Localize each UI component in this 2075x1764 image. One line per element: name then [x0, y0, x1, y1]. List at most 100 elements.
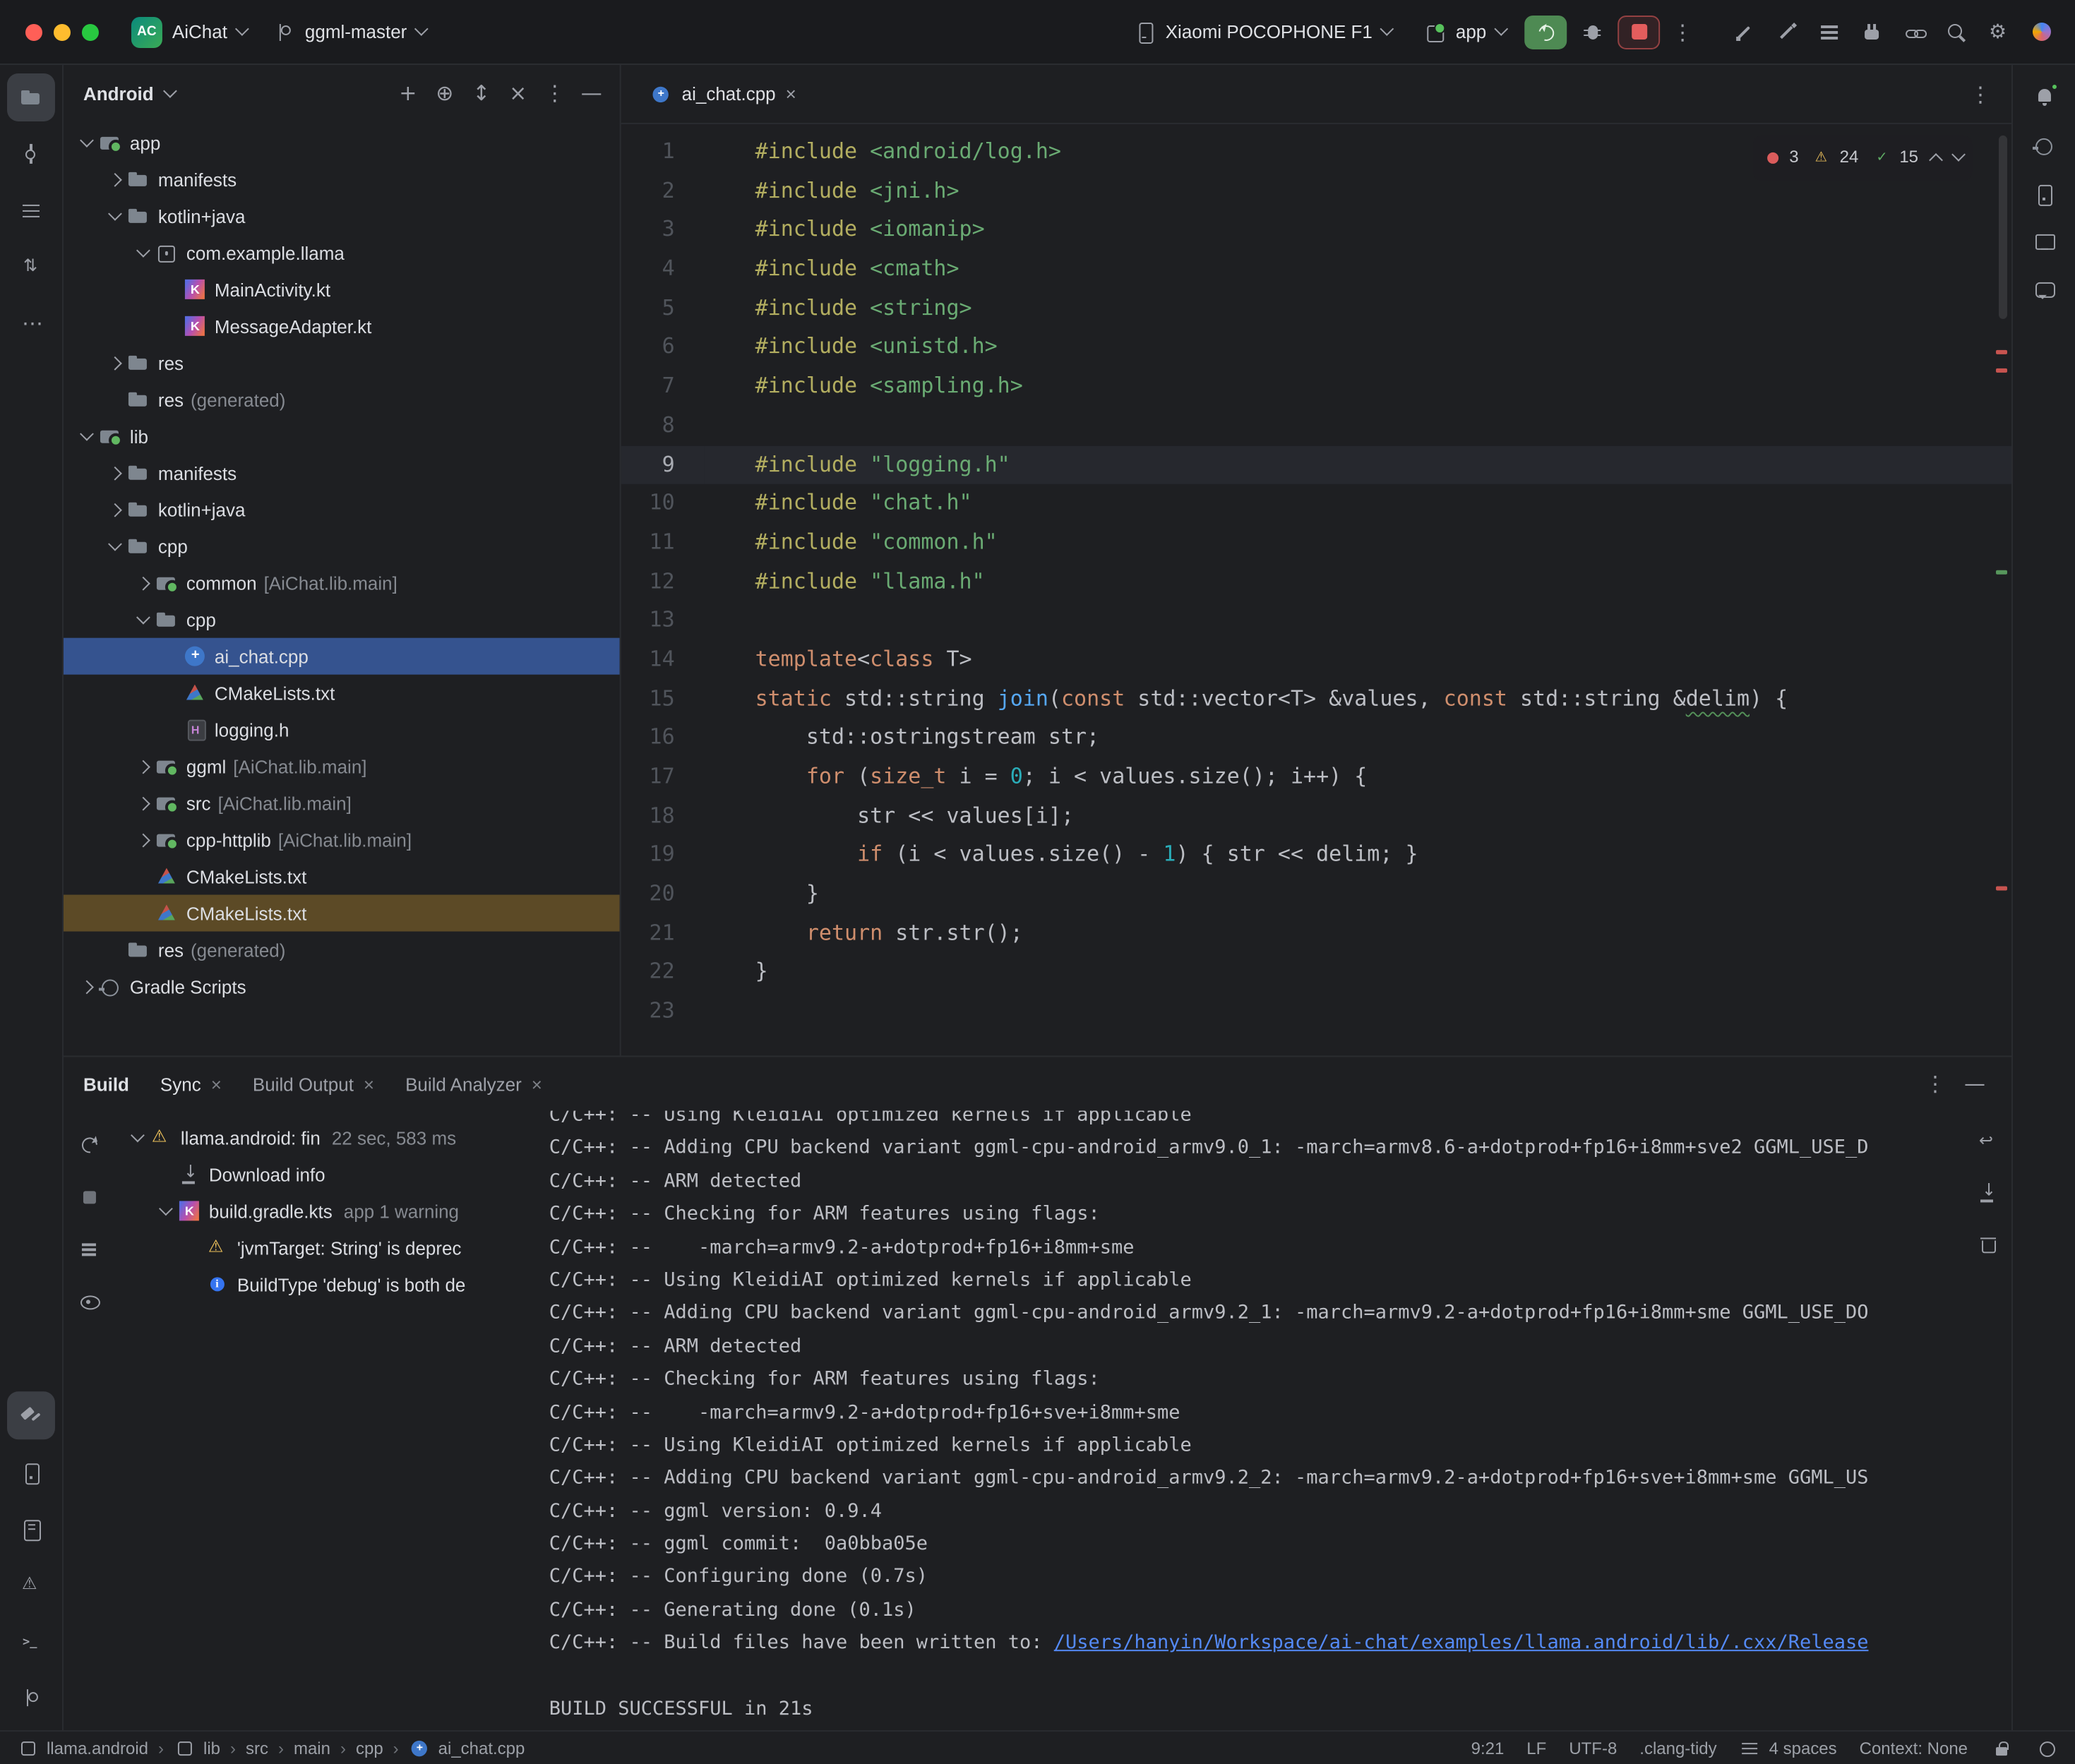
running-devices-button[interactable] — [2020, 217, 2068, 265]
add-button[interactable]: + — [391, 76, 425, 110]
chevron-right-icon[interactable] — [75, 976, 99, 998]
pull-requests-button[interactable] — [7, 243, 55, 291]
inspections-widget[interactable]: 3 24 15 — [1752, 136, 1972, 180]
soft-wrap-button[interactable] — [1971, 1124, 2004, 1158]
more-actions-button[interactable]: ⋮ — [1666, 15, 1699, 49]
tree-item-res[interactable]: res(generated) — [64, 381, 620, 418]
close-tab-icon[interactable]: × — [786, 83, 796, 104]
build-tree-item-llama-android-fin[interactable]: llama.android: fin22 sec, 583 ms — [114, 1119, 538, 1156]
line-number[interactable]: 14 — [621, 641, 705, 680]
line-number[interactable]: 20 — [621, 875, 705, 914]
encoding-widget[interactable]: UTF-8 — [1569, 1738, 1617, 1758]
tree-item-manifests[interactable]: manifests — [64, 455, 620, 491]
terminal-button[interactable] — [7, 1617, 55, 1665]
close-tab-icon[interactable]: × — [532, 1073, 542, 1094]
shared-link-button[interactable] — [1894, 13, 1934, 50]
warnings-indicator[interactable]: 24 — [1812, 138, 1859, 177]
device-selector[interactable]: Xiaomi POCOPHONE F1 — [1120, 9, 1405, 54]
line-number[interactable]: 13 — [621, 601, 705, 640]
line-number[interactable]: 2 — [621, 172, 705, 210]
search-everywhere-button[interactable] — [1937, 13, 1976, 50]
chevron-right-icon[interactable] — [131, 755, 155, 778]
indent-widget[interactable]: 4 spaces — [1740, 1736, 1837, 1759]
line-number[interactable]: 23 — [621, 992, 705, 1031]
settings-button[interactable] — [1979, 13, 2019, 50]
line-number[interactable]: 16 — [621, 719, 705, 757]
vcs-branch-selector[interactable]: ggml-master — [260, 9, 439, 54]
build-tab-build-analyzer[interactable]: Build Analyzer× — [405, 1073, 542, 1094]
tree-item-cpp[interactable]: cpp — [64, 601, 620, 638]
caret-position-widget[interactable]: 9:21 — [1471, 1738, 1505, 1758]
tree-item-cpp[interactable]: cpp — [64, 528, 620, 565]
gradle-button[interactable] — [2020, 121, 2068, 169]
breadcrumb-main[interactable]: main — [294, 1738, 330, 1758]
line-number[interactable]: 12 — [621, 563, 705, 601]
previous-problem-icon[interactable] — [1929, 153, 1943, 167]
tree-item-com-example-llama[interactable]: com.example.llama — [64, 234, 620, 271]
line-number[interactable]: 19 — [621, 836, 705, 875]
build-tree-item-jvmtarget-string-is-deprec[interactable]: 'jvmTarget: String' is deprec — [114, 1229, 538, 1266]
tree-item-common[interactable]: common[AiChat.lib.main] — [64, 565, 620, 601]
logcat-button[interactable] — [7, 1504, 55, 1552]
stop-build-button[interactable] — [72, 1180, 106, 1213]
tree-item-lib[interactable]: lib — [64, 418, 620, 455]
structure-button[interactable] — [7, 186, 55, 234]
tree-item-messageadapter-kt[interactable]: MessageAdapter.kt — [64, 308, 620, 344]
build-tree-item-download-info[interactable]: Download info — [114, 1156, 538, 1192]
tree-item-cmakelists-txt[interactable]: CMakeLists.txt — [64, 895, 620, 932]
close-window-button[interactable] — [25, 23, 42, 40]
chevron-down-icon[interactable] — [126, 1126, 150, 1148]
line-number[interactable]: 7 — [621, 367, 705, 406]
chevron-right-icon[interactable] — [131, 572, 155, 594]
breadcrumb-src[interactable]: src — [246, 1738, 268, 1758]
line-number[interactable]: 1 — [621, 133, 705, 172]
line-number[interactable]: 9 — [621, 445, 705, 484]
chevron-down-icon[interactable] — [75, 425, 99, 448]
chevron-right-icon[interactable] — [103, 498, 127, 521]
code-review-button[interactable] — [1767, 13, 1807, 50]
editor-code[interactable]: #include <android/log.h>#include <jni.h>… — [705, 124, 2011, 1056]
editor-gutter[interactable]: 1234567891011121314151617181920212223 — [621, 124, 705, 1056]
line-number[interactable]: 21 — [621, 914, 705, 953]
lock-widget[interactable] — [1990, 1736, 2013, 1759]
line-number[interactable]: 5 — [621, 289, 705, 328]
zoom-window-button[interactable] — [82, 23, 99, 40]
console-link[interactable]: /Users/hanyin/Workspace/ai-chat/examples… — [1054, 1632, 1869, 1655]
run-button[interactable] — [1524, 15, 1567, 49]
line-number[interactable]: 4 — [621, 250, 705, 289]
editor-scrollbar-thumb[interactable] — [1999, 136, 2007, 319]
build-tree-item-build-gradle-kts[interactable]: build.gradle.ktsapp 1 warning — [114, 1192, 538, 1229]
chevron-right-icon[interactable] — [103, 168, 127, 191]
notifications-button[interactable] — [2020, 73, 2068, 121]
chevron-right-icon[interactable] — [103, 462, 127, 484]
build-tab-sync[interactable]: Sync× — [160, 1073, 222, 1094]
stop-button[interactable] — [1617, 15, 1660, 49]
problems-button[interactable] — [7, 1561, 55, 1609]
chevron-down-icon[interactable] — [103, 205, 127, 227]
line-number[interactable]: 10 — [621, 484, 705, 523]
line-number[interactable]: 8 — [621, 406, 705, 445]
minimize-button[interactable]: — — [1958, 1067, 1992, 1100]
line-number[interactable]: 6 — [621, 328, 705, 367]
next-problem-icon[interactable] — [1951, 148, 1966, 162]
tree-item-app[interactable]: app — [64, 124, 620, 161]
scroll-to-end-button[interactable] — [1971, 1175, 2004, 1209]
tree-item-src[interactable]: src[AiChat.lib.main] — [64, 785, 620, 822]
build-tree-item-buildtype-debug-is-both-de[interactable]: BuildType 'debug' is both de — [114, 1266, 538, 1302]
show-details-button[interactable] — [72, 1284, 106, 1318]
project-button[interactable] — [7, 73, 55, 121]
tree-item-res[interactable]: res(generated) — [64, 932, 620, 968]
task-list-button[interactable] — [1810, 13, 1849, 50]
select-opened-file-button[interactable]: ⊕ — [428, 76, 462, 110]
breadcrumb-cpp[interactable]: cpp — [356, 1738, 383, 1758]
line-number[interactable]: 18 — [621, 797, 705, 836]
tree-item-logging-h[interactable]: logging.h — [64, 712, 620, 748]
clear-all-button[interactable] — [1971, 1226, 2004, 1260]
tree-item-cpp-httplib[interactable]: cpp-httplib[AiChat.lib.main] — [64, 822, 620, 858]
tree-item-kotlin-java[interactable]: kotlin+java — [64, 198, 620, 234]
chevron-down-icon[interactable] — [154, 1199, 178, 1222]
chevron-right-icon[interactable] — [131, 792, 155, 815]
tree-item-cmakelists-txt[interactable]: CMakeLists.txt — [64, 675, 620, 712]
tree-item-res[interactable]: res — [64, 344, 620, 381]
more-options-button[interactable]: ⋮ — [1918, 1067, 1952, 1100]
